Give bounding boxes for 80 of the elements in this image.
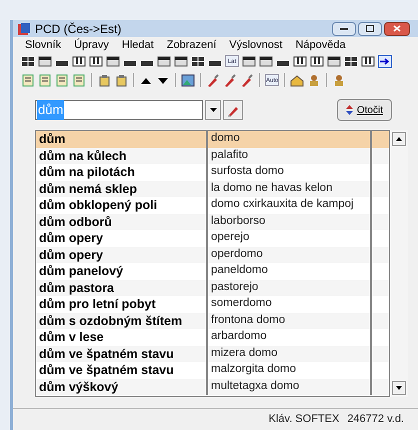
czech-term: dům pro letní pobyt [38,296,157,312]
czech-term: dům [38,131,66,148]
czech-term: dům na pilotách [38,164,136,180]
list-row[interactable]: dům na kůlech palafito [36,148,390,164]
toolbar-button-icon[interactable] [38,54,52,68]
toolbar-button-icon[interactable] [259,54,273,68]
czech-term: dům nemá sklep [38,180,138,197]
menu-item[interactable]: Úpravy [74,36,109,54]
toolbar-button-icon[interactable] [293,54,307,68]
list-row[interactable]: dům s ozdobným štítem frontona domo [36,312,390,329]
toolbar-button-icon[interactable] [106,54,120,68]
menu-item[interactable]: Zobrazení [166,36,216,54]
czech-term: dům opery [38,246,104,263]
caret-icon [210,108,216,112]
app-icon [17,22,31,36]
menu-item[interactable]: Hledat [122,36,154,54]
clipboard-icon[interactable] [114,74,128,86]
czech-term: dům výškový [38,378,120,395]
scroll-down-icon[interactable] [392,381,406,395]
minimize-button[interactable] [332,22,356,36]
list-row[interactable]: dům domo [36,131,390,148]
book-icon[interactable] [38,74,52,86]
list-row[interactable]: dům opery operdomo [36,246,390,263]
window-title: PCD (Čes->Est) [35,20,122,38]
brush-icon[interactable] [240,74,254,86]
toolbar-button-icon[interactable] [174,54,188,68]
minimize-icon [340,27,348,30]
list-row[interactable]: dům nemá sklep la domo ne havas kelon [36,180,390,197]
maximize-icon [366,25,374,32]
grid-icon[interactable] [344,54,358,68]
brush-icon[interactable] [206,74,220,86]
book-icon[interactable] [55,74,69,86]
toolbar-button-icon[interactable] [242,54,256,68]
close-icon [393,25,401,32]
toolbar-button-icon[interactable] [361,54,375,68]
czech-term: dům s ozdobným štítem [38,312,184,329]
toolbar-button-icon[interactable] [157,54,171,68]
grid-icon[interactable] [191,54,205,68]
czech-term: dům v lese [38,329,105,346]
book-icon[interactable] [72,74,86,86]
book-icon[interactable] [21,74,35,86]
czech-term: dům na kůlech [38,148,128,164]
czech-term: dům ve špatném stavu [38,362,175,378]
list-row[interactable]: dům pastora pastorejo [36,280,390,296]
list-row[interactable]: dům výškový multetagxa domo [36,378,390,395]
czech-term: dům opery [38,230,104,246]
maximize-button[interactable] [358,22,382,36]
czech-term: dům panelový [38,263,124,280]
grid-icon[interactable] [21,54,35,68]
next-button[interactable] [378,54,392,68]
arrow-icon [380,58,390,64]
picture-icon[interactable] [181,74,195,86]
scroll-up-icon[interactable] [392,132,406,146]
czech-term: dům odborů [38,214,113,230]
swap-icon [346,105,353,115]
list-row[interactable]: dům odborů laborborso [36,214,390,230]
czech-term: dům pastora [38,280,116,296]
list-row[interactable]: dům ve špatném stavu mizera domo [36,346,390,362]
house-icon[interactable] [290,74,304,86]
toolbar-button-icon[interactable] [310,54,324,68]
czech-term: dům ve špatném stavu [38,346,175,362]
czech-term: dům obklopený poli [38,197,158,214]
toolbar-button-icon[interactable] [72,54,86,68]
status-text: 246772 v.d. [347,412,404,428]
toolbar-button-icon[interactable] [89,54,103,68]
menu-item[interactable]: Výslovnost [229,36,282,54]
flip-button[interactable]: Otočit [336,99,392,121]
brush-icon[interactable] [223,74,237,86]
person-icon[interactable] [332,74,346,86]
scrollbar[interactable] [390,130,408,397]
toolbar-button-icon[interactable] [327,54,341,68]
dropdown-button[interactable] [205,100,221,120]
esperanto-term: multetagxa domo [206,378,372,395]
clipboard-icon[interactable] [97,74,111,86]
status-text: Kláv. SOFTEX [268,412,340,428]
menu-item[interactable]: Nápověda [295,36,346,54]
person-icon[interactable] [307,74,321,86]
close-button[interactable] [384,22,410,36]
menu-item[interactable]: Slovník [25,36,62,54]
eraser-button[interactable] [223,100,243,120]
